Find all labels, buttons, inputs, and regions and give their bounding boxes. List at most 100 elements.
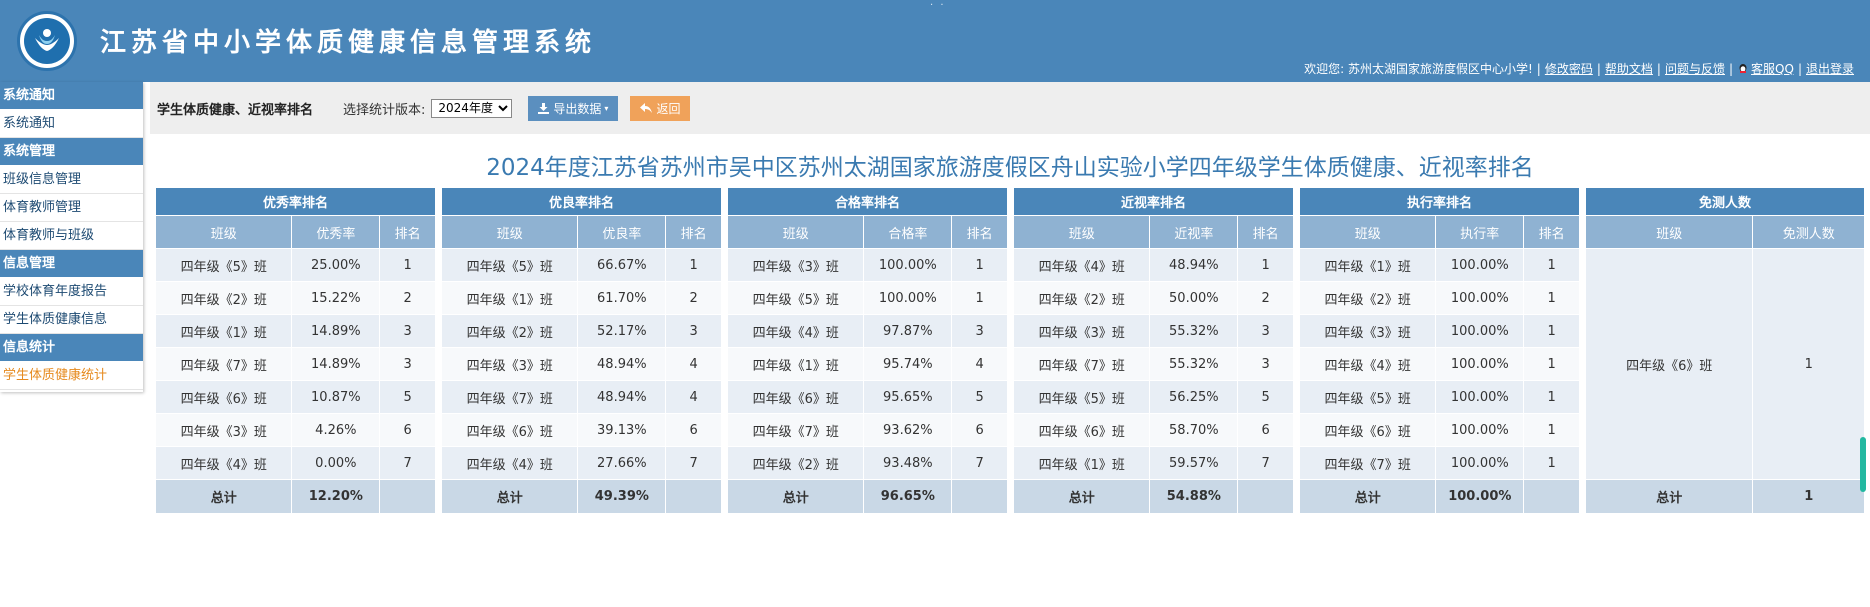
table-cell: 1 <box>1752 248 1865 480</box>
sidebar: 系统通知 系统通知 系统管理 班级信息管理 体育教师管理 体育教师与班级 信息管… <box>0 82 143 392</box>
table-cell: 56.25% <box>1149 380 1239 414</box>
sidebar-item-health-stats[interactable]: 学生体质健康统计 <box>0 362 143 390</box>
export-button[interactable]: 导出数据 ▾ <box>528 95 619 121</box>
table-row: 四年级《6》班 58.70% 6 <box>1012 413 1294 447</box>
table-row: 四年级《1》班 14.89% 3 <box>154 314 436 348</box>
sidebar-group-info[interactable]: 信息管理 <box>0 250 143 278</box>
table-row: 四年级《2》班 50.00% 2 <box>1012 281 1294 315</box>
table-cell: 100.00% <box>1435 281 1525 315</box>
table-row: 四年级《5》班 56.25% 5 <box>1012 380 1294 414</box>
total-row: 总计 100.00% <box>1298 479 1580 514</box>
table-cell: 四年级《6》班 <box>440 413 579 447</box>
table-cell: 3 <box>379 314 436 348</box>
table-cell: 39.13% <box>577 413 667 447</box>
table-cell: 四年级《3》班 <box>726 248 865 282</box>
table-cell: 1 <box>1523 347 1580 381</box>
table-cell: 4 <box>665 347 722 381</box>
table-cell: 四年级《6》班 <box>1298 413 1437 447</box>
table-cell: 100.00% <box>1435 248 1525 282</box>
table-cell: 5 <box>379 380 436 414</box>
table-cell: 四年级《2》班 <box>154 281 293 315</box>
column-header: 排名 <box>951 215 1008 249</box>
sidebar-item-pe-teachers[interactable]: 体育教师管理 <box>0 194 143 222</box>
table-row: 四年级《2》班 15.22% 2 <box>154 281 436 315</box>
column-header: 排名 <box>379 215 436 249</box>
back-button[interactable]: 返回 <box>630 95 691 121</box>
table-cell: 四年级《7》班 <box>440 380 579 414</box>
total-row: 总计 12.20% <box>154 479 436 514</box>
sidebar-group-stats[interactable]: 信息统计 <box>0 334 143 362</box>
table-cell: 1 <box>379 248 436 282</box>
table-cell: 1 <box>1523 380 1580 414</box>
table-cell: 4 <box>951 347 1008 381</box>
sidebar-group-notice[interactable]: 系统通知 <box>0 82 143 110</box>
sidebar-item-teacher-class[interactable]: 体育教师与班级 <box>0 222 143 250</box>
total-cell <box>951 479 1008 514</box>
welcome-text: 欢迎您: 苏州太湖国家旅游度假区中心小学! <box>1304 62 1533 76</box>
ranking-tables: 优秀率排名 班级 优秀率 排名 四年级《5》班 25.00% 1 四年级《2》班 15.22% 2… <box>154 187 1870 514</box>
table-cell: 4 <box>665 380 722 414</box>
table-cell: 1 <box>1523 248 1580 282</box>
table-cell: 3 <box>665 314 722 348</box>
table-cell: 四年级《1》班 <box>1298 248 1437 282</box>
app-header: · · 江苏省中小学体质健康信息管理系统 欢迎您: 苏州太湖国家旅游度假区中心小… <box>0 0 1870 82</box>
version-select[interactable]: 2024年度 <box>431 98 513 118</box>
total-cell: 12.20% <box>291 479 381 514</box>
sidebar-item-annual-report[interactable]: 学校体育年度报告 <box>0 278 143 306</box>
table-cell: 1 <box>1523 413 1580 447</box>
scroll-indicator[interactable] <box>1860 437 1866 492</box>
table-cell: 四年级《1》班 <box>726 347 865 381</box>
change-password-link[interactable]: 修改密码 <box>1545 60 1593 77</box>
table-cell: 100.00% <box>863 248 953 282</box>
help-docs-link[interactable]: 帮助文档 <box>1605 60 1653 77</box>
table-cell: 四年级《4》班 <box>440 446 579 480</box>
total-cell: 总计 <box>726 479 865 514</box>
table-caption: 优良率排名 <box>441 187 722 216</box>
feedback-link[interactable]: 问题与反馈 <box>1665 60 1725 77</box>
table-row: 四年级《3》班 100.00% 1 <box>726 248 1008 282</box>
table-row: 四年级《2》班 100.00% 1 <box>1298 281 1580 315</box>
table-cell: 7 <box>951 446 1008 480</box>
table-row: 四年级《1》班 61.70% 2 <box>440 281 722 315</box>
table-cell: 7 <box>379 446 436 480</box>
support-qq-link[interactable]: 客服QQ <box>1751 60 1794 77</box>
myopia-rank-table: 近视率排名 班级 近视率 排名 四年级《4》班 48.94% 1 四年级《2》班 50.00% 2… <box>1012 187 1294 514</box>
table-row: 四年级《6》班 100.00% 1 <box>1298 413 1580 447</box>
column-header: 班级 <box>1584 215 1754 249</box>
table-cell: 100.00% <box>1435 413 1525 447</box>
table-row: 四年级《5》班 100.00% 1 <box>726 281 1008 315</box>
table-row: 四年级《1》班 95.74% 4 <box>726 347 1008 381</box>
logout-link[interactable]: 退出登录 <box>1806 60 1854 77</box>
total-cell <box>1237 479 1294 514</box>
table-cell: 15.22% <box>291 281 381 315</box>
table-row: 四年级《6》班 1 <box>1584 248 1865 480</box>
sidebar-group-system[interactable]: 系统管理 <box>0 138 143 166</box>
table-cell: 59.57% <box>1149 446 1239 480</box>
table-cell: 四年级《6》班 <box>1584 248 1754 480</box>
table-cell: 4.26% <box>291 413 381 447</box>
table-cell: 四年级《4》班 <box>154 446 293 480</box>
sidebar-item-system-notice[interactable]: 系统通知 <box>0 110 143 138</box>
table-caption: 执行率排名 <box>1299 187 1580 216</box>
sidebar-item-class-info[interactable]: 班级信息管理 <box>0 166 143 194</box>
table-row: 四年级《7》班 14.89% 3 <box>154 347 436 381</box>
table-cell: 3 <box>379 347 436 381</box>
table-cell: 四年级《2》班 <box>1012 281 1151 315</box>
sidebar-item-health-info[interactable]: 学生体质健康信息 <box>0 306 143 334</box>
table-row: 四年级《4》班 27.66% 7 <box>440 446 722 480</box>
total-row: 总计 96.65% <box>726 479 1008 514</box>
app-title: 江苏省中小学体质健康信息管理系统 <box>100 28 597 58</box>
table-cell: 2 <box>1237 281 1294 315</box>
total-cell <box>1523 479 1580 514</box>
total-cell <box>665 479 722 514</box>
total-cell: 96.65% <box>863 479 953 514</box>
total-cell: 总计 <box>154 479 293 514</box>
total-cell: 100.00% <box>1435 479 1525 514</box>
table-cell: 四年级《7》班 <box>1298 446 1437 480</box>
table-cell: 7 <box>665 446 722 480</box>
column-header: 优秀率 <box>291 215 381 249</box>
table-cell: 2 <box>379 281 436 315</box>
user-bar: 欢迎您: 苏州太湖国家旅游度假区中心小学! | 修改密码 | 帮助文档 | 问题… <box>1304 60 1854 77</box>
table-row: 四年级《3》班 4.26% 6 <box>154 413 436 447</box>
table-cell: 2 <box>665 281 722 315</box>
